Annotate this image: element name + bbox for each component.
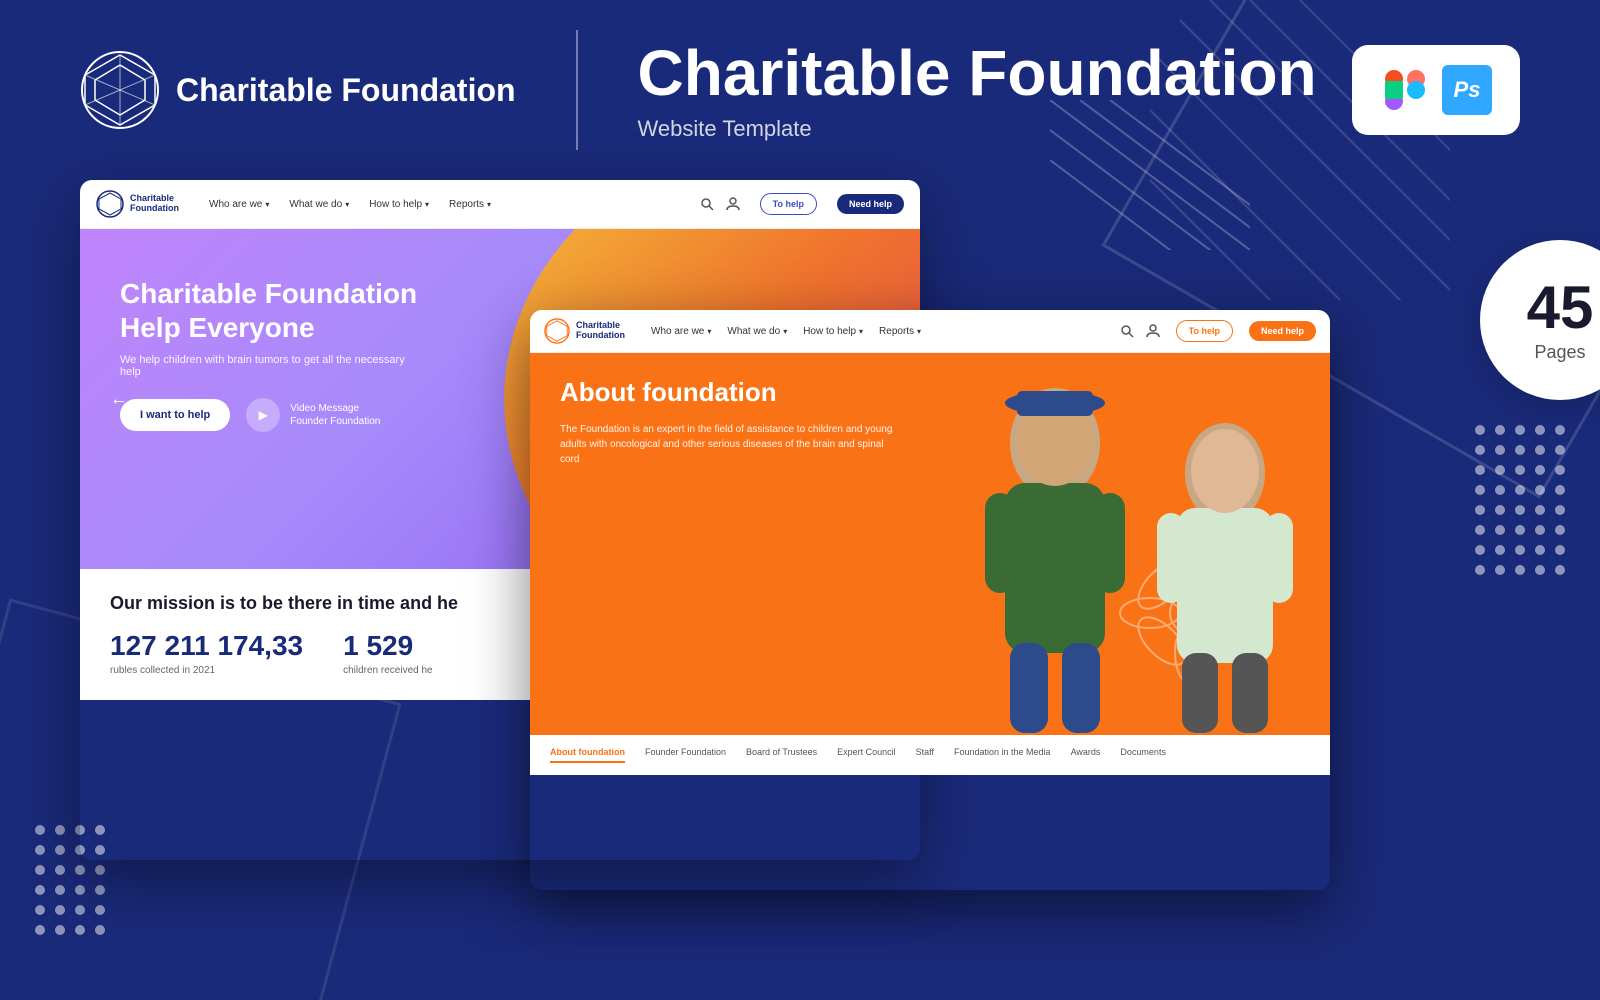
tab-documents[interactable]: Documents xyxy=(1120,747,1166,763)
search-icon-2[interactable] xyxy=(1120,324,1134,338)
orange-hero: About foundation The Foundation is an ex… xyxy=(530,353,1330,733)
user-icon-2[interactable] xyxy=(1146,324,1160,338)
pages-badge: 45 Pages xyxy=(1480,240,1600,400)
nav-link-who-2[interactable]: Who are we ▾ xyxy=(651,326,711,337)
main-title: Charitable Foundation xyxy=(638,38,1352,108)
nav-logo-icon-sm xyxy=(96,190,124,218)
want-to-help-button[interactable]: I want to help xyxy=(120,399,230,431)
child-figure-2 xyxy=(1145,413,1305,733)
video-button[interactable]: ▶ Video Message Founder Foundation xyxy=(246,398,380,432)
logo-icon xyxy=(80,50,160,130)
nav-link-what-2[interactable]: What we do ▾ xyxy=(727,326,787,337)
nav-logo-text-sm-1: Charitable Foundation xyxy=(130,194,179,214)
main-subtitle: Website Template xyxy=(638,116,1352,142)
nav-icons-1 xyxy=(700,197,740,211)
tools-badge: Ps xyxy=(1352,45,1520,135)
nav-btn-need-help-1[interactable]: Need help xyxy=(837,194,904,214)
tab-trustees[interactable]: Board of Trustees xyxy=(746,747,817,763)
search-icon-1[interactable] xyxy=(700,197,714,211)
stat-label-1: rubles collected in 2021 xyxy=(110,665,303,676)
tab-staff[interactable]: Staff xyxy=(916,747,934,763)
photoshop-icon: Ps xyxy=(1442,65,1492,115)
hero-title: Charitable Foundation Help Everyone xyxy=(120,277,420,344)
figma-icon xyxy=(1380,65,1430,115)
nav-logo-small: Charitable Foundation xyxy=(96,190,179,218)
browser-mockup-orange: Charitable Foundation Who are we ▾ What … xyxy=(530,310,1330,890)
nav-btn-need-help-2[interactable]: Need help xyxy=(1249,321,1316,341)
nav-bar-1: Charitable Foundation Who are we ▾ What … xyxy=(80,180,920,229)
stat-number-1: 127 211 174,33 xyxy=(110,630,303,662)
tab-founder[interactable]: Founder Foundation xyxy=(645,747,726,763)
nav-icons-2 xyxy=(1120,324,1160,338)
logo-area: Charitable Foundation xyxy=(80,50,516,130)
pages-number: 45 xyxy=(1527,278,1594,338)
nav-btn-to-help-2[interactable]: To help xyxy=(1176,320,1233,342)
hero-description: We help children with brain tumors to ge… xyxy=(120,354,420,378)
nav-logo-text-sm-2: Charitable Foundation xyxy=(576,321,625,341)
about-title: About foundation xyxy=(560,377,900,408)
bottom-tabs: About foundation Founder Foundation Boar… xyxy=(530,733,1330,775)
back-arrow-icon[interactable]: ← xyxy=(110,389,128,410)
nav-link-who[interactable]: Who are we ▾ xyxy=(209,199,269,210)
nav-logo-icon-sm-2 xyxy=(544,318,570,344)
video-text: Video Message Founder Foundation xyxy=(290,402,380,428)
nav-link-how[interactable]: How to help ▾ xyxy=(369,199,429,210)
nav-logo-small-2: Charitable Foundation xyxy=(544,318,625,344)
child-figure-1 xyxy=(975,383,1135,733)
logo-text: Charitable Foundation xyxy=(176,71,516,109)
about-description: The Foundation is an expert in the field… xyxy=(560,422,900,467)
tab-media[interactable]: Foundation in the Media xyxy=(954,747,1051,763)
stat-item-2: 1 529 children received he xyxy=(343,630,433,676)
about-content: About foundation The Foundation is an ex… xyxy=(560,377,900,467)
tab-about-foundation[interactable]: About foundation xyxy=(550,747,625,763)
nav-link-what[interactable]: What we do ▾ xyxy=(289,199,349,210)
nav-link-reports-2[interactable]: Reports ▾ xyxy=(879,326,921,337)
stat-number-2: 1 529 xyxy=(343,630,433,662)
user-icon-1[interactable] xyxy=(726,197,740,211)
stat-item-1: 127 211 174,33 rubles collected in 2021 xyxy=(110,630,303,676)
children-figures xyxy=(950,353,1330,733)
nav-btn-to-help-1[interactable]: To help xyxy=(760,193,817,215)
content-area: Charitable Foundation Who are we ▾ What … xyxy=(0,180,1600,960)
nav-bar-2: Charitable Foundation Who are we ▾ What … xyxy=(530,310,1330,353)
pages-label: Pages xyxy=(1534,342,1585,363)
tab-awards[interactable]: Awards xyxy=(1071,747,1101,763)
nav-link-how-2[interactable]: How to help ▾ xyxy=(803,326,863,337)
header: Charitable Foundation Charitable Foundat… xyxy=(0,0,1600,180)
header-divider xyxy=(576,30,578,150)
stat-label-2: children received he xyxy=(343,665,433,676)
play-icon[interactable]: ▶ xyxy=(246,398,280,432)
title-area: Charitable Foundation Website Template xyxy=(638,38,1352,142)
tab-expert[interactable]: Expert Council xyxy=(837,747,896,763)
nav-link-reports[interactable]: Reports ▾ xyxy=(449,199,491,210)
